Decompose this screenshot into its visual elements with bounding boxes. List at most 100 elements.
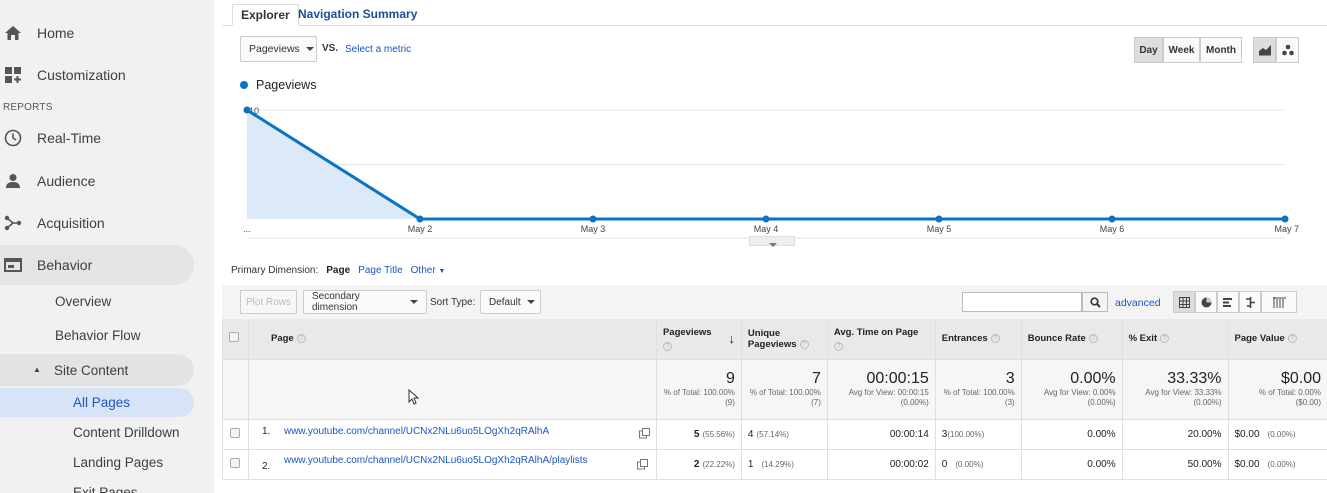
secondary-dimension-label: Secondary dimension [312,291,360,313]
dimension-page[interactable]: Page [326,265,350,276]
home-icon [1,21,25,45]
dimension-page-title[interactable]: Page Title [358,265,402,276]
day-button[interactable]: Day [1134,37,1163,63]
open-link-icon[interactable] [636,459,648,473]
header-page-label: Page [270,333,294,345]
row-value: $0.00 (0.00%) [1227,419,1327,450]
header-page-value[interactable]: Page Value? [1227,319,1327,360]
data-table: Page? Pageviews? ↓ Unique Pageviews? Avg… [222,319,1327,480]
help-icon: ? [833,341,843,351]
caret-down-icon [769,243,777,247]
row-value-value: $0.00 [1234,458,1260,470]
motion-chart-button[interactable] [1276,37,1299,63]
nav-content-drilldown[interactable]: Content Drilldown [73,425,180,440]
data-point [416,215,424,223]
line-chart-button[interactable] [1253,37,1276,63]
totals-entrances-value: 3 [1005,370,1015,387]
header-exit[interactable]: % Exit? [1121,319,1228,360]
totals-entrances: 3% of Total: 100.00% (3) [934,359,1022,420]
sort-type-select[interactable]: Default [480,290,541,314]
header-pageviews[interactable]: Pageviews? ↓ [655,319,742,360]
header-value-label: Page Value [1234,333,1285,345]
pie-view-button[interactable] [1195,291,1217,313]
nav-landing-pages[interactable]: Landing Pages [73,455,163,470]
header-select-cell[interactable] [222,319,249,360]
table-toolbar: Plot Rows Secondary dimension Sort Type:… [222,285,1327,319]
x-tick-label: ... [243,224,251,234]
advanced-filter-link[interactable]: advanced [1115,297,1161,309]
nav-behavior-label: Behavior [37,257,93,273]
tab-navigation-summary[interactable]: Navigation Summary [290,4,425,26]
help-icon: ? [1287,334,1297,344]
row-unique: 1 (14.29%) [740,449,828,480]
totals-value-value: $0.00 [1280,370,1321,387]
nav-behavior-flow[interactable]: Behavior Flow [55,328,141,343]
sort-type-label: Sort Type: [430,297,476,308]
table-header-row: Page? Pageviews? ↓ Unique Pageviews? Avg… [222,319,1327,360]
help-icon: ? [1088,334,1098,344]
data-point [589,215,597,223]
tab-explorer[interactable]: Explorer [232,4,299,26]
totals-entrances-sub: % of Total: 100.00% (3) [943,388,1015,407]
primary-dimension-row: Primary Dimension: Page Page Title Other… [231,265,445,276]
nav-overview[interactable]: Overview [55,294,111,309]
nav-all-pages[interactable]: All Pages [0,388,194,417]
row-page-link[interactable]: www.youtube.com/channel/UCNx2NLu6uo5LOgX… [284,455,634,467]
secondary-dimension-select[interactable]: Secondary dimension [303,290,427,314]
nav-customization[interactable]: Customization [0,55,126,95]
nav-exit-pages[interactable]: Exit Pages [73,485,138,493]
nav-all-pages-label: All Pages [73,395,131,410]
open-link-icon[interactable] [638,428,650,442]
x-tick-label: May 4 [754,224,779,234]
totals-page-cell [247,359,657,420]
header-entrances[interactable]: Entrances? [934,319,1022,360]
table-view-button[interactable] [1173,291,1195,313]
row-number: 1. [261,426,271,437]
nav-home[interactable]: Home [0,13,74,53]
table-search-button[interactable] [1082,292,1108,312]
comparison-view-button[interactable] [1239,291,1261,313]
row-select-cell[interactable] [222,449,249,480]
clock-icon [1,126,25,150]
plot-rows-button[interactable]: Plot Rows [240,290,297,314]
help-icon: ? [296,334,306,344]
totals-unique-sub: % of Total: 100.00% (7) [749,388,821,407]
header-avg-time[interactable]: Avg. Time on Page? [826,319,936,360]
header-page[interactable]: Page? [247,319,657,360]
help-icon: ? [662,341,672,351]
header-unique-pageviews[interactable]: Unique Pageviews? [740,319,828,360]
behavior-icon [1,253,25,277]
nav-audience[interactable]: Audience [0,161,95,201]
header-pageviews-label: Pageviews [662,326,712,338]
dimension-other[interactable]: Other ▼ [411,265,446,276]
chart-collapse-handle[interactable] [749,236,795,247]
metric-select[interactable]: Pageviews [240,36,317,62]
person-icon [1,169,25,193]
header-unique-label: Unique Pageviews [747,327,797,350]
totals-value-sub: % of Total: 0.00% ($0.00) [1258,388,1321,407]
select-all-checkbox[interactable] [229,332,239,343]
table-search-input[interactable] [962,292,1082,312]
month-button[interactable]: Month [1200,37,1242,63]
header-bounce-rate[interactable]: Bounce Rate? [1020,319,1123,360]
row-bounce: 0.00% [1020,449,1123,480]
row-checkbox[interactable] [230,457,241,468]
reports-section-label: REPORTS [3,102,53,113]
row-pageviews-value: 5 [693,428,700,440]
nav-site-content[interactable]: ▲ Site Content [0,354,194,386]
nav-behavior[interactable]: Behavior [0,245,194,285]
row-exit: 20.00% [1121,419,1228,450]
row-page-cell: 1. www.youtube.com/channel/UCNx2NLu6uo5LO… [247,419,657,450]
row-checkbox[interactable] [230,427,241,438]
row-page-link[interactable]: www.youtube.com/channel/UCNx2NLu6uo5LOgX… [284,426,549,437]
row-pageviews-value: 2 [693,458,700,470]
performance-view-button[interactable] [1217,291,1239,313]
pivot-view-button[interactable] [1261,291,1297,313]
nav-realtime[interactable]: Real-Time [0,118,101,158]
metric-select-value: Pageviews [249,43,300,55]
select-metric-link[interactable]: Select a metric [345,44,411,55]
row-select-cell[interactable] [222,419,249,450]
row-entrances: 3(100.00%) [934,419,1022,450]
nav-acquisition[interactable]: Acquisition [0,203,105,243]
week-button[interactable]: Week [1163,37,1200,63]
